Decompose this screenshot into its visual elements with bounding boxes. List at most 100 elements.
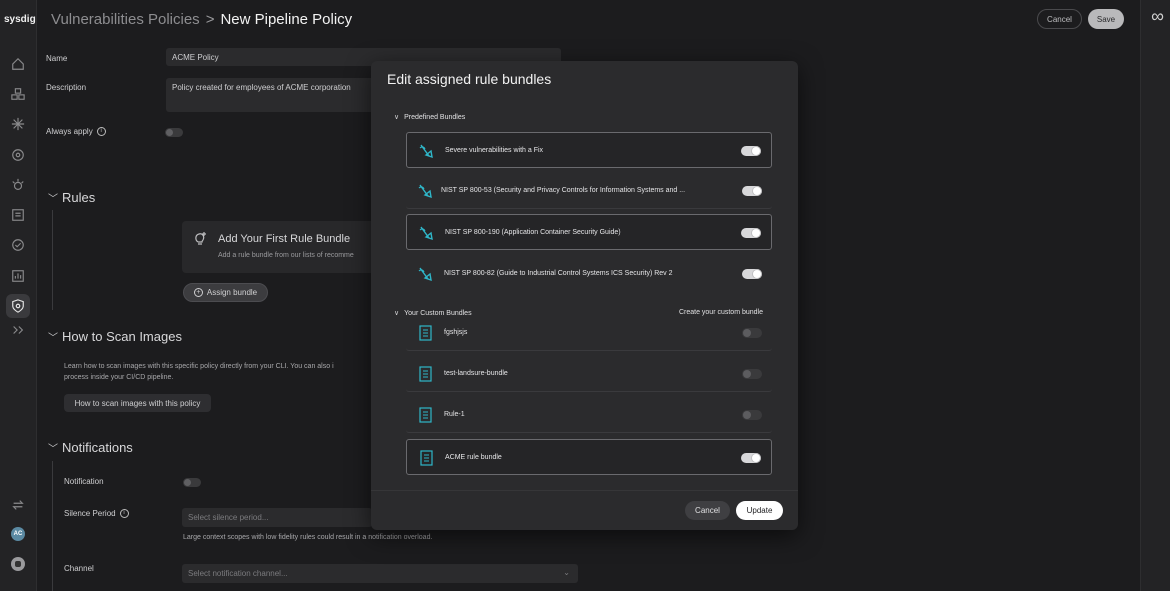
bundle-toggle[interactable]: [741, 228, 761, 238]
document-list-icon: [419, 325, 432, 341]
channel-placeholder: Select notification channel...: [188, 569, 288, 578]
empty-rules-title: Add Your First Rule Bundle: [218, 233, 351, 245]
bundle-row[interactable]: NIST SP 800-82 (Guide to Industrial Cont…: [406, 256, 772, 286]
modal-update-button[interactable]: Update: [736, 501, 783, 520]
empty-rules-subtitle: Add a rule bundle from our lists of reco…: [218, 252, 354, 259]
threats-icon[interactable]: [10, 177, 26, 193]
chevron-down-icon: ⌄: [563, 568, 570, 577]
bundle-toggle[interactable]: [741, 453, 761, 463]
sysdig-shovel-icon: [419, 144, 433, 159]
bundle-row[interactable]: fgshjsjs: [406, 323, 772, 351]
channel-label: Channel: [64, 564, 94, 573]
scan-section-header[interactable]: ﹀ How to Scan Images: [48, 329, 182, 344]
sysdig-shovel-icon: [418, 267, 432, 282]
modal-cancel-button[interactable]: Cancel: [685, 501, 730, 520]
scan-text-line-1: Learn how to scan images with this speci…: [64, 363, 334, 370]
user-avatar[interactable]: AC: [11, 527, 25, 541]
page-title: New Pipeline Policy: [220, 11, 353, 28]
header-save-button[interactable]: Save: [1088, 9, 1124, 29]
plus-circle-icon: +: [193, 288, 203, 297]
chevron-down-icon: ∨: [394, 114, 400, 121]
notifications-divider: [52, 461, 53, 591]
bundle-toggle[interactable]: [742, 410, 762, 420]
breadcrumb-parent[interactable]: Vulnerabilities Policies: [51, 11, 200, 28]
document-list-icon: [419, 366, 432, 382]
notification-toggle[interactable]: [183, 478, 201, 487]
how-to-scan-button[interactable]: How to scan images with this policy: [64, 394, 211, 412]
breadcrumb-separator: >: [205, 11, 215, 28]
rules-section-header[interactable]: ﹀ Rules: [48, 190, 95, 205]
predefined-bundles-list: Severe vulnerabilities with a Fix NIST S…: [406, 130, 772, 286]
bundle-name: Rule-1: [444, 411, 465, 418]
bundle-name: test-landsure-bundle: [444, 370, 508, 377]
rules-divider: [52, 210, 53, 310]
insights-icon[interactable]: [10, 147, 26, 163]
bundle-row[interactable]: NIST SP 800-190 (Application Container S…: [406, 214, 772, 250]
assign-bundle-button[interactable]: + Assign bundle: [183, 283, 268, 302]
description-label: Description: [46, 83, 87, 92]
bundle-row[interactable]: Rule-1: [406, 397, 772, 433]
info-icon[interactable]: i: [96, 127, 106, 137]
infinity-icon[interactable]: ∞: [1151, 6, 1164, 27]
modal-footer-divider: [371, 490, 798, 491]
bundle-name: Severe vulnerabilities with a Fix: [445, 147, 544, 154]
document-list-icon: [420, 450, 433, 466]
left-nav: sysdig AC: [0, 0, 37, 591]
bundle-name: NIST SP 800-82 (Guide to Industrial Cont…: [444, 270, 673, 277]
silence-period-label: Silence Period i: [64, 509, 129, 519]
app-root: sysdig AC ∞ Vulnerabilities Policies > New…: [0, 0, 1170, 591]
edit-rule-bundles-modal: Edit assigned rule bundles ∨ Predefined B…: [371, 61, 798, 530]
vulnerabilities-shield-icon[interactable]: [6, 294, 30, 318]
home-icon[interactable]: [10, 56, 26, 72]
scan-text-line-2: process inside your CI/CD pipeline.: [64, 374, 174, 381]
help-icon[interactable]: [11, 557, 25, 571]
chevron-down-icon: ﹀: [48, 194, 58, 205]
integrations-icon[interactable]: [10, 116, 26, 132]
bundle-toggle[interactable]: [742, 369, 762, 379]
bundle-toggle[interactable]: [741, 146, 761, 156]
bundle-name: fgshjsjs: [444, 329, 468, 336]
overload-note: Large context scopes with low fidelity r…: [183, 534, 433, 541]
bundle-row[interactable]: ACME rule bundle: [406, 439, 772, 475]
document-list-icon: [419, 407, 432, 423]
bundle-toggle[interactable]: [742, 269, 762, 279]
header-cancel-button[interactable]: Cancel: [1037, 9, 1082, 29]
custom-bundles-list: fgshjsjs test-landsure-bundle Rule-1 ACM…: [406, 323, 772, 479]
reports-icon[interactable]: [10, 207, 26, 223]
notification-label: Notification: [64, 477, 104, 486]
channel-select[interactable]: Select notification channel... ⌄: [182, 564, 578, 583]
compliance-icon[interactable]: [10, 237, 26, 253]
bundle-toggle[interactable]: [742, 328, 762, 338]
page-header: Vulnerabilities Policies > New Pipeline Po…: [37, 0, 1140, 38]
bundle-row[interactable]: Severe vulnerabilities with a Fix: [406, 132, 772, 168]
sync-icon[interactable]: [10, 497, 26, 513]
always-apply-label: Always apply i: [46, 127, 106, 137]
sysdig-shovel-icon: [418, 184, 432, 199]
custom-bundles-header[interactable]: ∨ Your Custom Bundles: [394, 309, 472, 317]
assign-bundle-label: Assign bundle: [206, 288, 258, 297]
inventory-icon[interactable]: [10, 86, 26, 102]
always-apply-toggle[interactable]: [165, 128, 183, 137]
notifications-section-header[interactable]: ﹀ Notifications: [48, 440, 133, 455]
silence-period-select[interactable]: Select silence period...: [182, 508, 372, 527]
bundle-row[interactable]: NIST SP 800-53 (Security and Privacy Con…: [406, 173, 772, 209]
chevron-down-icon: ﹀: [48, 333, 58, 344]
bundle-toggle[interactable]: [742, 186, 762, 196]
sysdig-logo[interactable]: sysdig: [4, 14, 36, 25]
chevron-down-icon: ∨: [394, 310, 400, 317]
info-icon[interactable]: i: [119, 509, 129, 519]
breadcrumb: Vulnerabilities Policies > New Pipeline Po…: [51, 11, 352, 28]
bundle-name: NIST SP 800-190 (Application Container S…: [445, 229, 621, 236]
monitor-icon[interactable]: [10, 268, 26, 284]
empty-rules-card: Add Your First Rule Bundle Add a rule bu…: [182, 221, 382, 273]
create-custom-bundle-link[interactable]: Create your custom bundle: [679, 309, 763, 316]
modal-title: Edit assigned rule bundles: [387, 71, 552, 87]
expand-nav-icon[interactable]: [10, 322, 26, 338]
chevron-down-icon: ﹀: [48, 444, 58, 455]
name-label: Name: [46, 54, 68, 63]
bundle-row[interactable]: test-landsure-bundle: [406, 356, 772, 392]
lightbulb-plus-icon: [195, 232, 206, 245]
predefined-bundles-header[interactable]: ∨ Predefined Bundles: [394, 113, 465, 121]
right-strip: ∞: [1140, 0, 1170, 591]
bundle-name: ACME rule bundle: [445, 454, 502, 461]
